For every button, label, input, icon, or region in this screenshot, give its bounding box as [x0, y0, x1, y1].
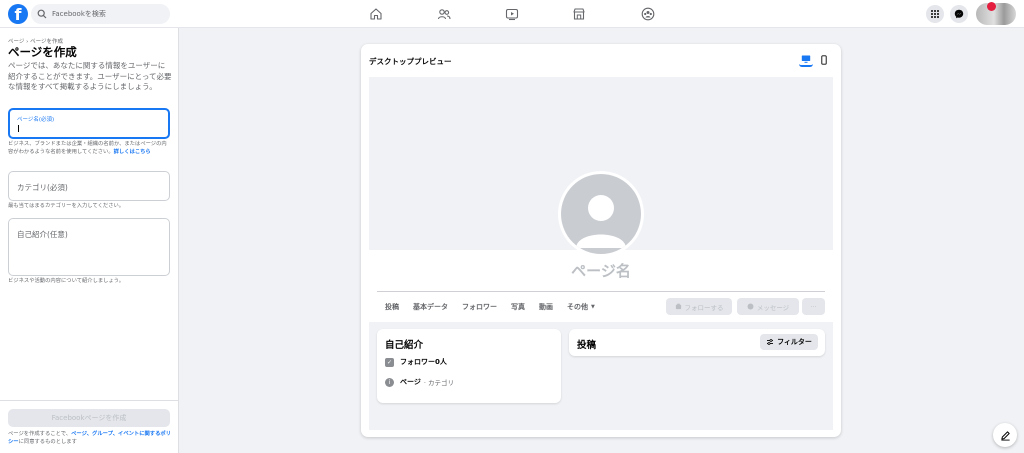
desktop-preview-panel: デスクトッププレビュー ページ名 投稿 基本データ フォロワー 写真 動画 その…: [361, 44, 841, 437]
tab-followers[interactable]: フォロワー: [462, 302, 497, 312]
follow-icon: [675, 303, 681, 310]
nav-friends[interactable]: [424, 0, 464, 28]
bio-field[interactable]: 自己紹介(任意): [8, 218, 170, 276]
nav-groups[interactable]: [628, 0, 668, 28]
compose-icon: [1000, 430, 1010, 441]
tab-photos[interactable]: 写真: [511, 302, 525, 312]
search-icon: [37, 9, 47, 19]
desktop-preview-toggle[interactable]: [799, 53, 813, 67]
tab-about[interactable]: 基本データ: [413, 302, 448, 312]
filter-icon: [767, 339, 774, 345]
groups-icon: [641, 7, 655, 21]
page-tabs: 投稿 基本データ フォロワー 写真 動画 その他 ▼: [385, 302, 609, 312]
tab-more[interactable]: その他 ▼: [567, 302, 595, 312]
page-name-hint: ビジネス、ブランドまたは企業・組織の名前か、またはページの内容がわかるような名前…: [8, 141, 170, 156]
mobile-icon: [821, 55, 827, 65]
watch-icon: [505, 8, 519, 21]
terms-prefix: ページを作成することで、: [8, 431, 72, 437]
create-page-sidebar: ページ › ページを作成 ページを作成 ページでは、あなたに関する情報をユーザー…: [0, 28, 179, 453]
marketplace-icon: [573, 8, 585, 20]
tab-posts[interactable]: 投稿: [385, 302, 399, 312]
category-label: カテゴリ(必須): [17, 183, 68, 192]
preview-title: デスクトッププレビュー: [369, 57, 452, 66]
intro-card: 自己紹介 ✓ フォロワー0人 i ページ · カテゴリ: [377, 329, 561, 403]
posts-card: 投稿 フィルター: [569, 329, 825, 356]
follow-button-label: フォローする: [684, 303, 724, 312]
sidebar-divider: [0, 400, 179, 401]
category-text: · カテゴリ: [423, 379, 455, 387]
terms-suffix: に同意するものとします: [18, 438, 77, 445]
page-label: ページ: [400, 378, 421, 386]
messenger-icon: [954, 9, 964, 19]
intro-title: 自己紹介: [385, 340, 424, 351]
page-name-placeholder: ページ名: [571, 262, 631, 280]
bio-label: 自己紹介(任意): [17, 230, 68, 239]
tab-more-label: その他: [567, 303, 588, 311]
filter-button[interactable]: フィルター: [760, 334, 818, 350]
intro-category-row: i ページ · カテゴリ: [385, 377, 454, 387]
page-title: ページを作成: [8, 45, 77, 59]
notification-badge: [987, 2, 996, 11]
info-icon: i: [385, 377, 394, 387]
profile-picture: [558, 171, 644, 257]
nav-watch[interactable]: [492, 0, 532, 28]
learn-more-link[interactable]: 詳しくはこちら: [114, 149, 151, 155]
create-page-button[interactable]: Facebookページを作成: [8, 409, 170, 427]
page-name-label: ページ名(必須): [17, 117, 55, 123]
message-button[interactable]: メッセージ: [737, 298, 799, 315]
page-preview-canvas: ページ名 投稿 基本データ フォロワー 写真 動画 その他 ▼ フォローする メッ…: [369, 77, 833, 430]
follow-button[interactable]: フォローする: [666, 298, 732, 315]
top-navigation-bar: f: [0, 0, 1024, 28]
checkbox-icon: ✓: [385, 357, 394, 367]
text-caret: [18, 125, 19, 132]
posts-title: 投稿: [577, 340, 597, 351]
account-avatar[interactable]: [976, 2, 1016, 25]
page-name-field[interactable]: ページ名(必須): [8, 108, 170, 139]
menu-grid-icon: [931, 10, 939, 18]
category-field[interactable]: カテゴリ(必須): [8, 171, 170, 201]
search-input[interactable]: [52, 10, 162, 18]
nav-home[interactable]: [356, 0, 396, 28]
filter-button-label: フィルター: [777, 338, 812, 346]
bio-hint: ビジネスや活動の内容について紹介しましょう。: [8, 278, 125, 284]
friends-icon: [437, 9, 451, 20]
messenger-button[interactable]: [950, 5, 968, 23]
page-description: ページでは、あなたに関する情報をユーザーに紹介することができます。ユーザーにとっ…: [8, 61, 172, 91]
new-message-button[interactable]: [993, 423, 1017, 447]
desktop-icon: [801, 55, 811, 63]
messenger-icon: [747, 303, 754, 310]
category-hint: 最も当てはまるカテゴリーを入力してください。: [8, 203, 125, 209]
mobile-preview-toggle[interactable]: [817, 53, 831, 67]
default-avatar-icon: [576, 195, 626, 248]
nav-marketplace[interactable]: [559, 0, 599, 28]
search-box[interactable]: [31, 4, 170, 24]
followers-count: フォロワー0人: [400, 358, 447, 366]
more-options-button[interactable]: ···: [802, 298, 825, 315]
facebook-logo[interactable]: f: [8, 4, 28, 24]
menu-button[interactable]: [926, 5, 944, 23]
intro-followers-row: ✓ フォロワー0人: [385, 357, 447, 367]
message-button-label: メッセージ: [756, 303, 790, 312]
terms-text: ページを作成することで、ページ、グループ、イベントに関するポリシーに同意するもの…: [8, 431, 174, 446]
profile-divider: [377, 291, 825, 292]
tab-videos[interactable]: 動画: [539, 302, 553, 312]
home-icon: [370, 8, 382, 20]
chevron-down-icon: ▼: [591, 304, 595, 310]
